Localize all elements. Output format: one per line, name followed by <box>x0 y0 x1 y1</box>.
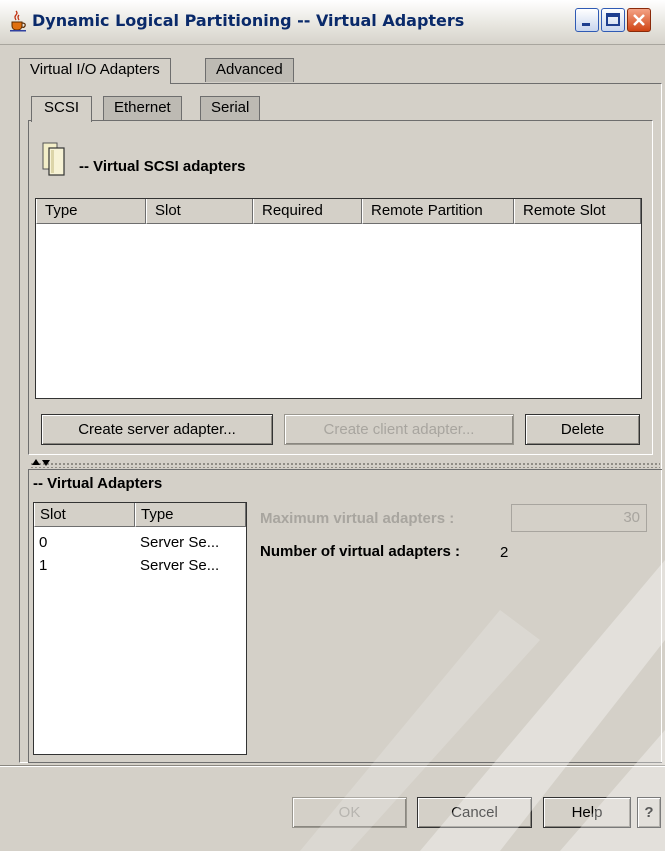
window-title: Dynamic Logical Partitioning -- Virtual … <box>32 11 465 30</box>
tab-scsi[interactable]: SCSI <box>31 96 93 122</box>
table-row-type[interactable]: Server Se... <box>140 534 219 551</box>
tab-advanced[interactable]: Advanced <box>205 58 294 82</box>
number-of-virtual-adapters-value: 2 <box>500 544 509 561</box>
virtual-adapters-table[interactable]: Slot Type 0 Server Se... 1 Server Se... <box>33 502 247 755</box>
table-row-type[interactable]: Server Se... <box>140 557 219 574</box>
max-virtual-adapters-label: Maximum virtual adapters : <box>260 510 455 527</box>
column-header-remote-slot[interactable]: Remote Slot <box>514 199 641 224</box>
collapse-up-icon[interactable] <box>32 459 40 465</box>
column-header-remote-partition[interactable]: Remote Partition <box>362 199 514 224</box>
scsi-adapters-table[interactable]: Type Slot Required Remote Partition Remo… <box>35 198 642 399</box>
split-pane-divider[interactable] <box>30 462 660 468</box>
tab-virtual-io-adapters[interactable]: Virtual I/O Adapters <box>19 58 171 84</box>
column-header-required[interactable]: Required <box>253 199 362 224</box>
collapse-down-icon[interactable] <box>42 460 50 466</box>
separator <box>0 765 665 767</box>
adapter-cards-icon <box>42 142 65 176</box>
help-button[interactable]: Help <box>543 797 631 828</box>
create-server-adapter-button[interactable]: Create server adapter... <box>41 414 273 445</box>
close-button[interactable] <box>627 8 651 32</box>
close-icon <box>633 14 645 26</box>
column-header-type[interactable]: Type <box>135 503 246 527</box>
number-of-virtual-adapters-label: Number of virtual adapters : <box>260 543 461 560</box>
title-bar: Dynamic Logical Partitioning -- Virtual … <box>0 0 665 45</box>
column-header-slot[interactable]: Slot <box>34 503 135 527</box>
table-row-slot[interactable]: 0 <box>39 534 47 551</box>
ok-button[interactable]: OK <box>292 797 407 828</box>
maximize-icon <box>606 13 620 26</box>
virtual-adapters-title: -- Virtual Adapters <box>33 475 163 492</box>
tab-ethernet[interactable]: Ethernet <box>103 96 182 120</box>
cancel-button[interactable]: Cancel <box>417 797 532 828</box>
context-help-button[interactable]: ? <box>637 797 661 828</box>
tab-serial[interactable]: Serial <box>200 96 261 120</box>
delete-button[interactable]: Delete <box>525 414 640 445</box>
minimize-button[interactable] <box>575 8 599 32</box>
java-cup-icon <box>10 10 26 32</box>
column-header-slot[interactable]: Slot <box>146 199 253 224</box>
max-virtual-adapters-field: 30 <box>511 504 647 532</box>
maximize-button[interactable] <box>601 8 625 32</box>
minimize-icon <box>582 23 590 26</box>
table-row-slot[interactable]: 1 <box>39 557 47 574</box>
create-client-adapter-button[interactable]: Create client adapter... <box>284 414 514 445</box>
scsi-section-title: -- Virtual SCSI adapters <box>79 158 246 175</box>
column-header-type[interactable]: Type <box>36 199 146 224</box>
dialog-window: Dynamic Logical Partitioning -- Virtual … <box>0 0 665 851</box>
